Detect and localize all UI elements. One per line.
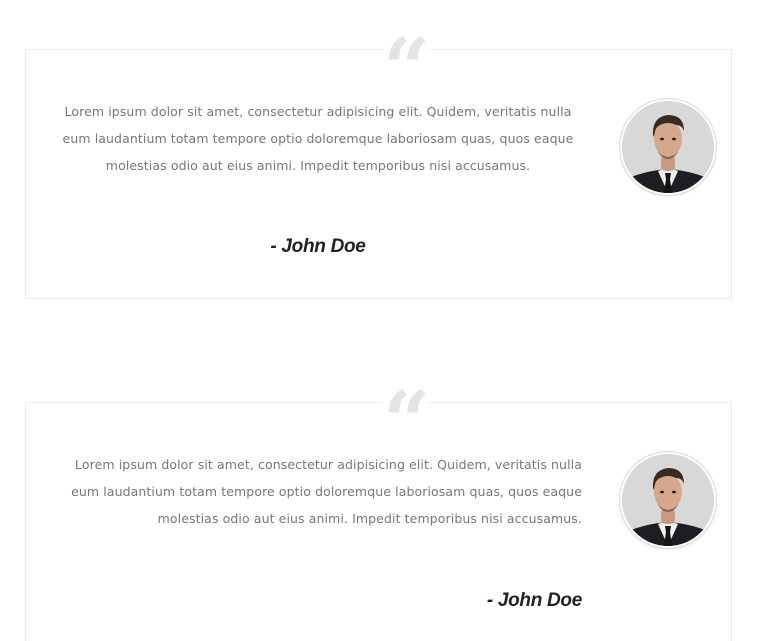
avatar (620, 452, 716, 548)
testimonial-author: - John Doe (486, 590, 582, 611)
testimonial-text: Lorem ipsum dolor sit amet, consectetur … (71, 457, 582, 526)
quote-open-icon: “ (383, 30, 429, 70)
avatar (620, 99, 716, 195)
quote-open-icon: “ (383, 383, 429, 423)
testimonial-text: Lorem ipsum dolor sit amet, consectetur … (62, 104, 574, 173)
testimonial-author: - John Doe (270, 236, 366, 257)
testimonials-section: “ Lorem ipsum dolor sit amet, consectetu… (0, 0, 759, 641)
